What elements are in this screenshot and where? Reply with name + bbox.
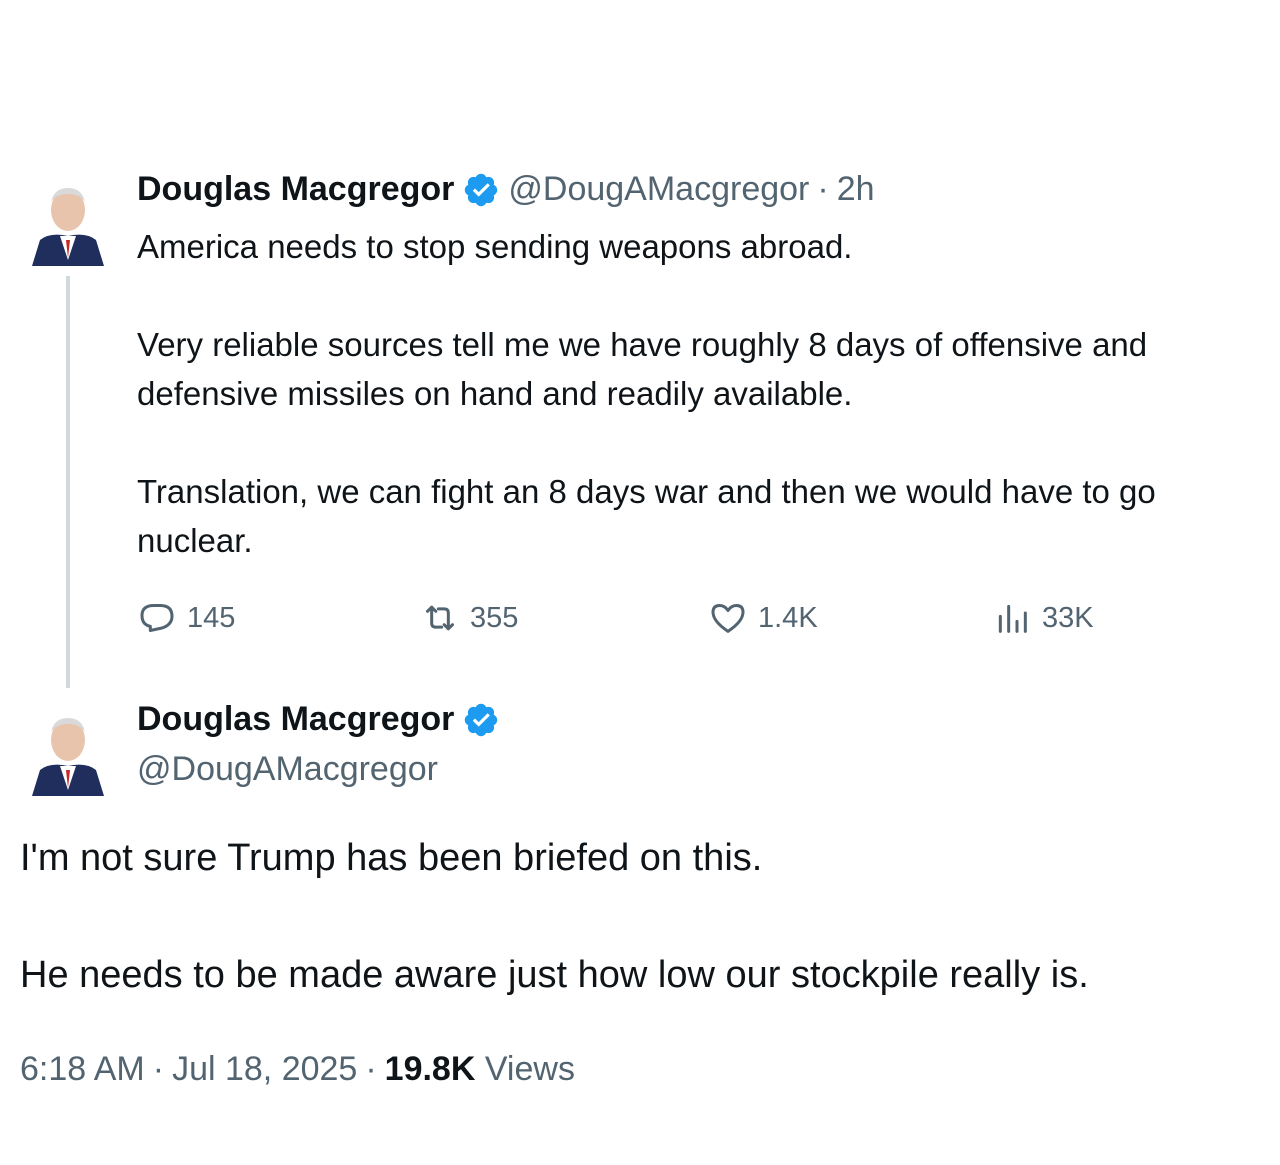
tweet-metadata: 6:18 AM · Jul 18, 2025 · 19.8K Views bbox=[20, 1050, 575, 1089]
tweet-date[interactable]: Jul 18, 2025 bbox=[172, 1050, 357, 1089]
author-name[interactable]: Douglas Macgregor bbox=[137, 700, 454, 739]
tweet-header: Douglas Macgregor bbox=[137, 700, 500, 739]
views-label: Views bbox=[484, 1050, 575, 1088]
views-count: 19.8K bbox=[384, 1050, 476, 1088]
like-count: 1.4K bbox=[758, 601, 818, 634]
avatar-portrait-icon bbox=[32, 188, 104, 266]
tweet-time[interactable]: 2h bbox=[837, 170, 875, 209]
avatar[interactable] bbox=[30, 710, 106, 796]
meta-separator: · bbox=[365, 1050, 377, 1088]
avatar-portrait-icon bbox=[32, 718, 104, 796]
heart-icon bbox=[711, 604, 745, 633]
like-button[interactable]: 1.4K bbox=[708, 598, 818, 638]
view-count: 33K bbox=[1042, 601, 1094, 634]
repost-icon bbox=[426, 605, 454, 631]
repost-count: 355 bbox=[470, 601, 519, 634]
tweet-header: Douglas Macgregor @DougAMacgregor · 2h bbox=[137, 170, 875, 209]
avatar[interactable] bbox=[30, 180, 106, 266]
tweet-time[interactable]: 6:18 AM bbox=[20, 1050, 145, 1089]
analytics-bars-icon bbox=[998, 604, 1027, 633]
reply-button[interactable]: 145 bbox=[137, 598, 235, 638]
reply-icon bbox=[140, 604, 174, 632]
author-name[interactable]: Douglas Macgregor bbox=[137, 170, 454, 209]
reply-count: 145 bbox=[187, 601, 236, 634]
time-separator: · bbox=[817, 170, 829, 208]
author-handle[interactable]: @DougAMacgregor bbox=[137, 750, 438, 789]
repost-button[interactable]: 355 bbox=[420, 598, 518, 638]
thread-line bbox=[66, 276, 70, 688]
views-stat[interactable]: 19.8K Views bbox=[385, 1050, 575, 1089]
tweet-text: America needs to stop sending weapons ab… bbox=[137, 228, 1156, 559]
tweet-paragraph: He needs to be made aware just how low o… bbox=[20, 954, 1089, 996]
views-button[interactable]: 33K bbox=[992, 598, 1094, 638]
verified-badge-icon bbox=[465, 173, 498, 206]
meta-separator: · bbox=[152, 1050, 165, 1088]
verified-badge-icon bbox=[465, 703, 498, 736]
tweet-paragraph: I'm not sure Trump has been briefed on t… bbox=[20, 837, 763, 879]
author-handle[interactable]: @DougAMacgregor bbox=[508, 170, 809, 209]
